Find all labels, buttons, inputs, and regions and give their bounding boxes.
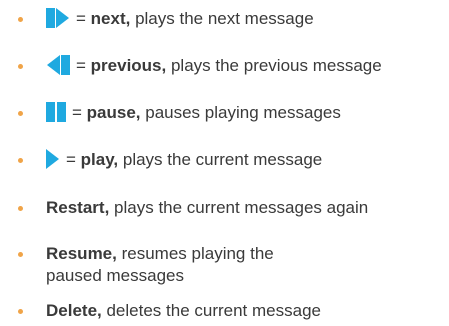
equals-sign: = (66, 150, 81, 169)
list-item-text: Restart, plays the current messages agai… (46, 197, 368, 219)
term-play: play, (80, 150, 119, 169)
term-previous: previous, (90, 56, 167, 75)
bullet-dot (18, 158, 23, 163)
desc-restart: plays the current messages again (109, 198, 369, 217)
desc-resume: resumes playing the (116, 244, 274, 263)
equals-sign: = (76, 56, 91, 75)
equals-sign: = (76, 9, 91, 28)
bullet-dot (18, 64, 23, 69)
next-icon (46, 7, 70, 29)
term-restart: Restart, (46, 198, 110, 217)
desc-resume-line2: paused messages (46, 266, 184, 285)
desc-play: plays the current message (118, 150, 323, 169)
list-item-text: Delete, deletes the current message (46, 300, 321, 322)
play-icon (46, 148, 60, 170)
term-delete: Delete, (46, 301, 102, 320)
bullet-dot (18, 206, 23, 211)
equals-sign: = (72, 103, 87, 122)
term-resume: Resume, (46, 244, 117, 263)
previous-icon (46, 54, 70, 76)
list-item-text: = play, plays the current message (46, 149, 322, 171)
desc-pause: pauses playing messages (140, 103, 341, 122)
list-item-text: = next, plays the next message (46, 8, 314, 30)
bullet-dot (18, 17, 23, 22)
term-pause: pause, (86, 103, 141, 122)
desc-delete: deletes the current message (101, 301, 321, 320)
list-item-text: Resume, resumes playing the paused messa… (46, 243, 274, 287)
desc-next: plays the next message (130, 9, 314, 28)
bullet-dot (18, 252, 23, 257)
term-next: next, (90, 9, 131, 28)
desc-previous: plays the previous message (166, 56, 382, 75)
bullet-dot (18, 111, 23, 116)
list-item-text: = pause, pauses playing messages (46, 102, 341, 124)
pause-icon (46, 101, 66, 123)
bullet-dot (18, 309, 23, 314)
list-item-text: = previous, plays the previous message (46, 55, 382, 77)
